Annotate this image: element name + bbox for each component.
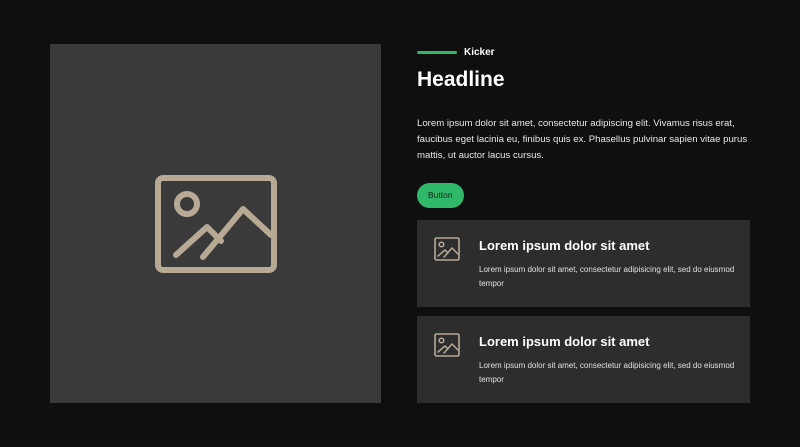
kicker-text: Kicker: [464, 46, 495, 58]
primary-button[interactable]: Button: [417, 183, 464, 208]
image-icon: [434, 237, 460, 261]
image-icon: [154, 174, 277, 273]
feature-card: Lorem ipsum dolor sit amet Lorem ipsum d…: [417, 220, 750, 307]
card-title: Lorem ipsum dolor sit amet: [479, 238, 650, 253]
page: Kicker Headline Lorem ipsum dolor sit am…: [0, 0, 800, 447]
media-placeholder: [50, 44, 381, 403]
kicker: Kicker: [417, 44, 750, 60]
feature-card: Lorem ipsum dolor sit amet Lorem ipsum d…: [417, 316, 750, 403]
headline: Headline: [417, 68, 505, 91]
kicker-line: [417, 50, 457, 54]
card-title: Lorem ipsum dolor sit amet: [479, 334, 650, 349]
image-icon: [434, 333, 460, 357]
hero-content: Kicker Headline Lorem ipsum dolor sit am…: [417, 44, 750, 208]
body-text: Lorem ipsum dolor sit amet, consectetur …: [417, 118, 748, 161]
card-description: Lorem ipsum dolor sit amet, consectetur …: [479, 361, 735, 384]
card-description: Lorem ipsum dolor sit amet, consectetur …: [479, 265, 735, 288]
